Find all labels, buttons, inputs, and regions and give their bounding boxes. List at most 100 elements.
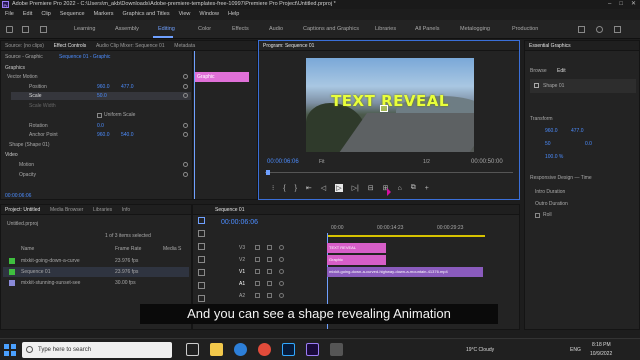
lock-icon[interactable]: [255, 245, 260, 250]
reset-icon[interactable]: [183, 172, 188, 177]
opacity-label[interactable]: Opacity: [19, 172, 36, 178]
fit-dropdown[interactable]: Fit: [319, 159, 325, 165]
tab-project[interactable]: Project: Untitled: [1, 205, 44, 214]
lock-icon[interactable]: [255, 293, 260, 298]
tab-media-browser[interactable]: Media Browser: [46, 205, 87, 214]
maximize-button[interactable]: □: [619, 0, 623, 9]
file-explorer-icon[interactable]: [210, 343, 223, 356]
workspace-editing[interactable]: Editing: [158, 26, 175, 32]
track-label[interactable]: A2: [239, 293, 245, 299]
sync-icon[interactable]: [267, 293, 272, 298]
clip-text-reveal[interactable]: TEXT REVEAL: [327, 243, 386, 253]
selection-tool-icon[interactable]: [198, 217, 205, 224]
app-icon[interactable]: [330, 343, 343, 356]
reset-icon[interactable]: [183, 162, 188, 167]
play-button[interactable]: ▷: [335, 184, 343, 192]
step-forward-button[interactable]: ▷|: [352, 184, 359, 192]
premiere-taskbar-icon[interactable]: [306, 343, 319, 356]
task-view-icon[interactable]: [186, 343, 199, 356]
slip-tool-icon[interactable]: [198, 269, 205, 276]
eye-icon[interactable]: [279, 257, 284, 262]
clock-date[interactable]: 10/9/2022: [590, 351, 612, 357]
fullscreen-icon[interactable]: [614, 26, 621, 33]
menu-markers[interactable]: Markers: [94, 9, 114, 20]
workspace-captions[interactable]: Captions and Graphics: [303, 26, 359, 32]
menu-window[interactable]: Window: [199, 9, 219, 20]
tab-sequence[interactable]: Sequence 01: [193, 205, 248, 214]
workspace-effects[interactable]: Effects: [232, 26, 249, 32]
eg-scale[interactable]: 50: [545, 141, 551, 147]
lock-icon[interactable]: [255, 257, 260, 262]
clip-graphic[interactable]: Graphic: [327, 255, 386, 265]
eg-position-y[interactable]: 477.0: [571, 128, 584, 134]
menu-graphics[interactable]: Graphics and Titles: [123, 9, 170, 20]
weather-text[interactable]: 19°C Cloudy: [466, 347, 494, 353]
add-button[interactable]: +: [425, 185, 429, 192]
reset-icon[interactable]: [183, 123, 188, 128]
workspace-metalogging[interactable]: Metalogging: [460, 26, 490, 32]
anchor-x-value[interactable]: 960.0: [97, 132, 110, 138]
windows-start-icon[interactable]: [4, 344, 16, 356]
eg-opacity[interactable]: 100.0 %: [545, 154, 563, 160]
photoshop-icon[interactable]: [282, 343, 295, 356]
pen-tool-icon[interactable]: [198, 282, 205, 289]
clip-video[interactable]: mixkit-going-down-a-curved-highway-down-…: [327, 267, 483, 277]
workspace-libraries[interactable]: Libraries: [375, 26, 396, 32]
eg-rotation[interactable]: 0.0: [585, 141, 592, 147]
quick-export-icon[interactable]: [596, 26, 603, 33]
work-area-bar[interactable]: [327, 235, 485, 237]
reset-icon[interactable]: [183, 84, 188, 89]
timeline-track[interactable]: A1: [193, 279, 521, 290]
column-name[interactable]: Name: [21, 246, 34, 252]
workspace-audio[interactable]: Audio: [269, 26, 283, 32]
go-to-in-button[interactable]: ⇤: [306, 184, 312, 192]
tab-program[interactable]: Program: Sequence 01: [259, 41, 318, 50]
column-frame-rate[interactable]: Frame Rate: [115, 246, 141, 252]
eg-position-x[interactable]: 960.0: [545, 128, 558, 134]
position-x-value[interactable]: 960.0: [97, 84, 110, 90]
scale-value[interactable]: 50.0: [97, 93, 107, 99]
comparison-view-button[interactable]: ⧉: [411, 184, 416, 192]
menu-help[interactable]: Help: [228, 9, 239, 20]
shape-layer-label[interactable]: Shape (Shape 01): [9, 142, 50, 148]
sequence-label[interactable]: Sequence 01 - Graphic: [59, 54, 110, 60]
tab-essential-graphics[interactable]: Essential Graphics: [525, 41, 575, 50]
track-label[interactable]: V2: [239, 257, 245, 263]
close-button[interactable]: ✕: [631, 0, 636, 9]
tab-source[interactable]: Source: (no clips): [1, 41, 48, 50]
mute-icon[interactable]: [279, 293, 284, 298]
lock-icon[interactable]: [255, 269, 260, 274]
reset-icon[interactable]: [183, 74, 188, 79]
motion-label[interactable]: Motion: [19, 162, 34, 168]
mark-out-button[interactable]: }: [295, 185, 297, 192]
sync-icon[interactable]: [267, 269, 272, 274]
export-icon[interactable]: [40, 26, 47, 33]
workspace-production[interactable]: Production: [512, 26, 538, 32]
sync-icon[interactable]: [267, 281, 272, 286]
tab-audio-clip-mixer[interactable]: Audio Clip Mixer: Sequence 01: [92, 41, 169, 50]
effect-controls-clip-bar[interactable]: Graphic: [195, 72, 249, 82]
roll-checkbox[interactable]: [535, 213, 540, 218]
tab-info[interactable]: Info: [118, 205, 134, 214]
column-media-start[interactable]: Media S: [163, 246, 181, 252]
chrome-icon[interactable]: [258, 343, 271, 356]
lift-button[interactable]: ⊟: [368, 184, 374, 192]
shape-bounding-box[interactable]: [380, 105, 388, 112]
project-row[interactable]: mixkit-going-down-a-curve 23.976 fps: [3, 256, 189, 266]
mark-in-button[interactable]: {: [283, 185, 285, 192]
sync-icon[interactable]: [267, 245, 272, 250]
marker-button[interactable]: ⁝: [272, 184, 274, 192]
home-icon[interactable]: [6, 26, 13, 33]
mute-icon[interactable]: [279, 281, 284, 286]
program-current-timecode[interactable]: 00:00:06:06: [267, 159, 299, 165]
tab-edit[interactable]: Edit: [557, 68, 566, 74]
menu-edit[interactable]: Edit: [23, 9, 32, 20]
workspace-learning[interactable]: Learning: [74, 26, 95, 32]
program-playhead[interactable]: [266, 170, 270, 175]
clock-time[interactable]: 8:18 PM: [592, 342, 611, 348]
reset-icon[interactable]: [183, 132, 188, 137]
project-row[interactable]: mixkit-stunning-sunset-see 30.00 fps: [3, 278, 189, 288]
tab-browse[interactable]: Browse: [530, 68, 547, 74]
menu-file[interactable]: File: [5, 9, 14, 20]
video-preview[interactable]: TEXT REVEAL: [306, 58, 474, 152]
